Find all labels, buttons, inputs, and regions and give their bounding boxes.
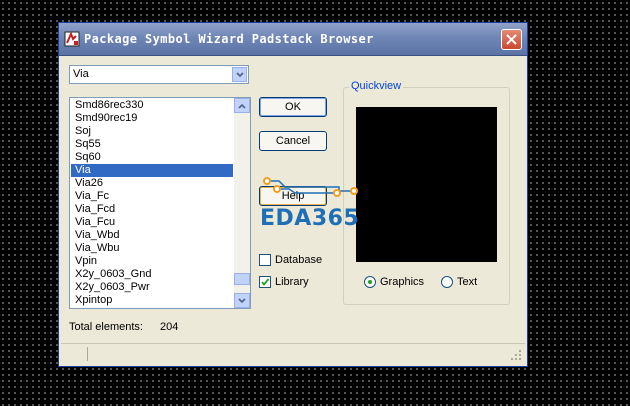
close-button[interactable] [501, 29, 522, 50]
database-checkbox[interactable] [259, 254, 271, 266]
graphics-label: Graphics [380, 276, 425, 288]
graphics-radio[interactable] [364, 276, 376, 288]
list-item[interactable]: Soj [71, 125, 233, 138]
status-divider [87, 347, 88, 361]
list-item[interactable]: X2y_0603_Gnd [71, 268, 233, 281]
list-item[interactable]: Via_Wbu [71, 242, 233, 255]
list-item[interactable]: Xpintop [71, 294, 233, 307]
padstack-list[interactable]: Smd86rec330 Smd90rec19 Soj Sq55 Sq60 Via Via26… [69, 97, 251, 309]
list-item[interactable]: X2y_0603_Pwr [71, 281, 233, 294]
list-item[interactable]: Via_Wbd [71, 229, 233, 242]
list-item[interactable]: Vpin [71, 255, 233, 268]
combo-dropdown-button[interactable] [232, 67, 247, 82]
list-item[interactable]: Via26 [71, 177, 233, 190]
filter-combo-value: Via [73, 68, 89, 80]
list-item[interactable]: Smd90rec19 [71, 112, 233, 125]
database-label: Database [275, 254, 323, 266]
list-item[interactable]: Sq55 [71, 138, 233, 151]
eda365-watermark: EDA365 [259, 173, 379, 235]
text-radio[interactable] [441, 276, 453, 288]
cancel-button[interactable]: Cancel [259, 131, 327, 151]
close-icon [506, 34, 517, 45]
list-item[interactable]: Via [71, 164, 233, 177]
checkmark-icon [261, 278, 270, 286]
list-item[interactable]: Via_Fc [71, 190, 233, 203]
padstack-browser-dialog: Package Symbol Wizard Padstack Browser V… [58, 22, 528, 367]
list-item[interactable]: Smd86rec330 [71, 99, 233, 112]
resize-grip-icon[interactable] [510, 349, 522, 361]
library-label: Library [275, 276, 309, 288]
ok-button[interactable]: OK [259, 97, 327, 117]
chevron-down-icon [236, 72, 244, 78]
title-bar[interactable]: Package Symbol Wizard Padstack Browser [59, 23, 527, 56]
scroll-thumb[interactable] [234, 273, 250, 285]
library-checkbox[interactable] [259, 276, 271, 288]
scroll-down-button[interactable] [234, 293, 250, 308]
list-item[interactable]: Sq60 [71, 151, 233, 164]
total-elements-value: 204 [160, 321, 179, 333]
scroll-up-button[interactable] [234, 98, 250, 113]
chevron-down-icon [238, 298, 246, 304]
chevron-up-icon [238, 103, 246, 109]
total-elements-label: Total elements: [69, 321, 143, 333]
list-item[interactable]: Via_Fcd [71, 203, 233, 216]
list-scrollbar[interactable] [234, 98, 250, 308]
status-bar [61, 343, 525, 364]
circuit-trace-icon [263, 177, 358, 197]
list-item[interactable]: Via_Fcu [71, 216, 233, 229]
quickview-title: Quickview [349, 80, 404, 92]
text-label: Text [457, 276, 478, 288]
filter-combo[interactable]: Via [69, 65, 249, 84]
watermark-text: EDA365 [260, 206, 360, 231]
window-title: Package Symbol Wizard Padstack Browser [84, 32, 374, 46]
radio-selected-dot [368, 280, 372, 284]
padstack-list-items: Smd86rec330 Smd90rec19 Soj Sq55 Sq60 Via Via26… [71, 99, 233, 307]
app-icon [64, 31, 80, 47]
